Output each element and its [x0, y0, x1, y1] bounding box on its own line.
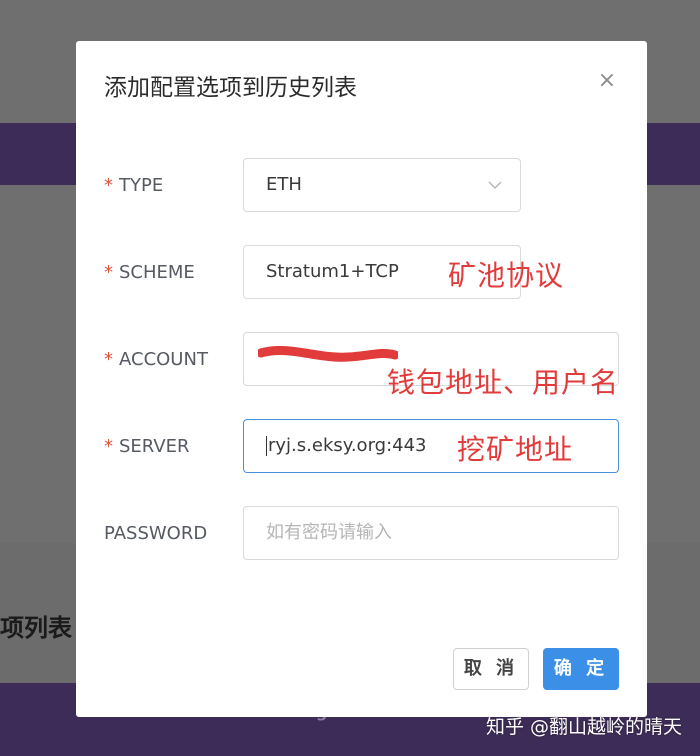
- scheme-input-value: Stratum1+TCP: [266, 261, 399, 282]
- text-cursor: [266, 436, 267, 456]
- password-label: PASSWORD: [104, 523, 208, 544]
- redaction-scribble: [258, 346, 398, 362]
- required-mark: *: [104, 349, 113, 370]
- form-row-type: * TYPE ETH: [76, 158, 647, 214]
- dialog-title: 添加配置选项到历史列表: [104, 75, 357, 101]
- password-input[interactable]: 如有密码请输入: [243, 506, 619, 560]
- form-row-password: PASSWORD 如有密码请输入: [76, 506, 647, 562]
- server-input-value: ryj.s.eksy.org:443: [268, 435, 427, 456]
- required-mark: *: [104, 175, 113, 196]
- type-select-value: ETH: [266, 174, 302, 195]
- server-label: * SERVER: [104, 436, 190, 457]
- account-label: * ACCOUNT: [104, 349, 208, 370]
- type-select[interactable]: ETH: [243, 158, 521, 212]
- close-icon[interactable]: ×: [595, 69, 619, 93]
- annotation-server: 挖矿地址: [457, 433, 574, 466]
- chevron-down-icon: [488, 159, 502, 233]
- password-placeholder: 如有密码请输入: [266, 522, 392, 543]
- required-mark: *: [104, 262, 113, 283]
- type-label: * TYPE: [104, 175, 164, 196]
- cancel-button[interactable]: 取 消: [453, 648, 529, 690]
- scheme-label: * SCHEME: [104, 262, 195, 283]
- background-row: [0, 0, 700, 19]
- required-mark: *: [104, 436, 113, 457]
- annotation-account: 钱包地址、用户名: [387, 366, 620, 399]
- add-config-dialog: 添加配置选项到历史列表 × * TYPE ETH * SCHEME Stratum1…: [76, 41, 647, 717]
- annotation-scheme: 矿池协议: [448, 259, 565, 292]
- background-section-title: 项列表: [0, 614, 72, 642]
- confirm-button[interactable]: 确 定: [543, 648, 619, 690]
- watermark: 知乎 @翻山越岭的晴天: [485, 716, 682, 738]
